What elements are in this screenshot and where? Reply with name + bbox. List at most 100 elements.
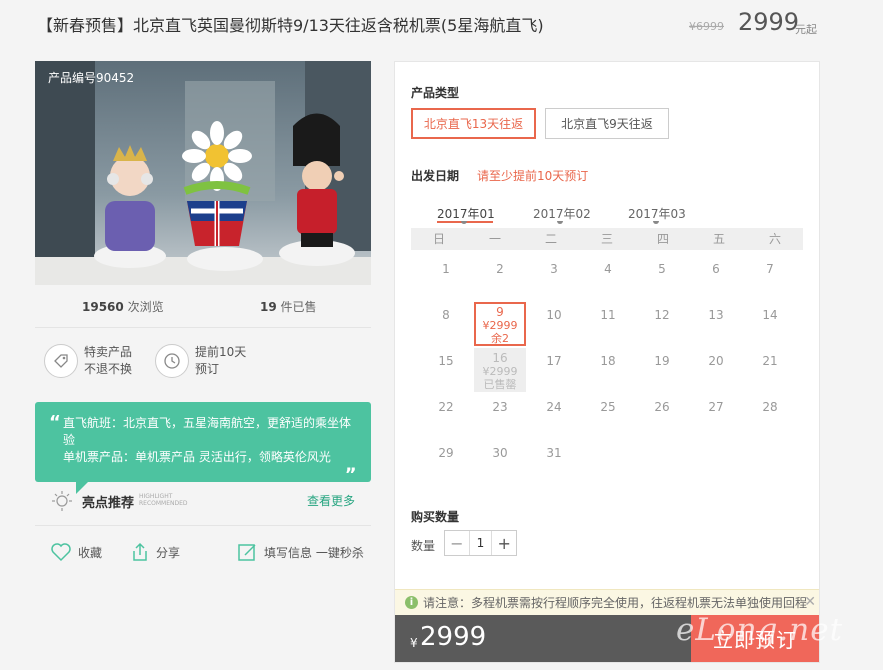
calendar-day[interactable]: 27 xyxy=(690,394,742,438)
calendar-day-number: 31 xyxy=(546,446,562,460)
calendar-day-number: 23 xyxy=(492,400,508,414)
calendar-day-number: 14 xyxy=(762,308,778,322)
calendar-weekdays: 日 一 二 三 四 五 六 xyxy=(411,228,803,250)
product-type-label: 产品类型 xyxy=(411,86,460,100)
calendar-day[interactable]: 10 xyxy=(528,302,580,346)
share-button[interactable]: 分享 xyxy=(130,542,180,562)
calendar-day-number: 24 xyxy=(546,400,562,414)
close-quote-icon: „ xyxy=(345,455,357,476)
calendar-day-selected[interactable]: 9 ¥2999 余2 xyxy=(474,302,526,346)
calendar-day[interactable]: 18 xyxy=(582,348,634,392)
quantity-minus-button[interactable]: − xyxy=(445,531,469,555)
calendar-day[interactable]: 28 xyxy=(744,394,796,438)
calendar-day[interactable]: 7 xyxy=(744,256,796,300)
calendar-day[interactable]: 8 xyxy=(420,302,472,346)
calendar-day[interactable]: 3 xyxy=(528,256,580,300)
advance-notice: 请至少提前10天预订 xyxy=(477,169,589,183)
calendar-day[interactable]: 22 xyxy=(420,394,472,438)
quote-line-1: 直飞航班：北京直飞，五星海南航空，更舒适的乘坐体验 xyxy=(63,416,352,447)
option-13-days[interactable]: 北京直飞13天往返 xyxy=(411,108,536,139)
calendar-day[interactable]: 31 xyxy=(528,440,580,484)
calendar-day-number: 26 xyxy=(654,400,670,414)
calendar-day-number: 10 xyxy=(546,308,562,322)
calendar-day[interactable]: 12 xyxy=(636,302,688,346)
close-icon[interactable]: ✕ xyxy=(804,594,816,610)
calendar-day[interactable]: 15 xyxy=(420,348,472,392)
calendar-day[interactable]: 5 xyxy=(636,256,688,300)
book-now-button[interactable]: 立即预订 xyxy=(691,615,819,662)
calendar-day[interactable]: 21 xyxy=(744,348,796,392)
tab-month-mar[interactable]: 2017年03 xyxy=(628,205,686,222)
calendar-day[interactable]: 13 xyxy=(690,302,742,346)
open-quote-icon: “ xyxy=(49,412,61,433)
calendar-day[interactable]: 14 xyxy=(744,302,796,346)
quantity-stepper[interactable]: − 1 + xyxy=(444,530,517,556)
action-bar: 收藏 分享 填写信息 一键秒杀 xyxy=(35,528,371,578)
calendar-day-number: 28 xyxy=(762,400,778,414)
month-marker xyxy=(461,221,467,224)
highlight-section: 亮点推荐 HIGHLIGHT RECOMMENDED 查看更多 xyxy=(35,484,371,526)
calendar-day-number: 2 xyxy=(496,262,504,276)
calendar-day-number: 18 xyxy=(600,354,616,368)
calendar-day[interactable]: 1 xyxy=(420,256,472,300)
calendar-day[interactable]: 26 xyxy=(636,394,688,438)
calendar-day-number: 7 xyxy=(766,262,774,276)
product-photo[interactable]: 产品编号90452 xyxy=(35,61,371,285)
calendar-day[interactable]: 11 xyxy=(582,302,634,346)
calendar-day-number: 4 xyxy=(604,262,612,276)
price-suffix: 元起 xyxy=(795,23,817,36)
month-marker xyxy=(557,221,563,224)
calendar-day-soldout[interactable]: 16 ¥2999 已售罄 xyxy=(474,348,526,392)
calendar-day-number: 15 xyxy=(438,354,454,368)
product-stats: 19560 次浏览 19 件已售 xyxy=(35,288,371,328)
title-bar: 【新春预售】北京直飞英国曼彻斯特9/13天往返含税机票(5星海航直飞) ¥699… xyxy=(0,0,883,50)
share-icon xyxy=(133,542,147,561)
highlight-sub2: RECOMMENDED xyxy=(139,500,188,507)
calendar-day-number: 20 xyxy=(708,354,724,368)
heart-icon xyxy=(51,543,71,562)
calendar-day-number: 1 xyxy=(442,262,450,276)
calendar-day-number: 11 xyxy=(600,308,616,322)
weekday: 一 xyxy=(488,232,501,246)
calendar-day[interactable]: 2 xyxy=(474,256,526,300)
calendar-day[interactable]: 17 xyxy=(528,348,580,392)
calendar-day[interactable]: 23 xyxy=(474,394,526,438)
feature-line1: 提前10天 xyxy=(195,345,247,359)
tab-month-jan[interactable]: 2017年01 xyxy=(437,205,495,222)
calendar-day-number: 27 xyxy=(708,400,724,414)
fill-info-label: 填写信息 一键秒杀 xyxy=(264,545,364,560)
calendar-day-number: 5 xyxy=(658,262,666,276)
month-marker xyxy=(653,221,659,224)
views-stat: 19560 次浏览 xyxy=(82,298,164,315)
calendar-day[interactable]: 4 xyxy=(582,256,634,300)
quantity-value[interactable]: 1 xyxy=(468,531,493,555)
calendar-day[interactable]: 25 xyxy=(582,394,634,438)
calendar-day-number: 30 xyxy=(492,446,508,460)
calendar-day[interactable]: 19 xyxy=(636,348,688,392)
calendar-day[interactable]: 6 xyxy=(690,256,742,300)
quantity-plus-button[interactable]: + xyxy=(492,531,516,555)
calendar-day[interactable]: 30 xyxy=(474,440,526,484)
calendar-day-number: 21 xyxy=(762,354,778,368)
product-title: 【新春预售】北京直飞英国曼彻斯特9/13天往返含税机票(5星海航直飞) xyxy=(37,16,544,35)
tab-month-feb[interactable]: 2017年02 xyxy=(533,205,591,222)
view-more-link[interactable]: 查看更多 xyxy=(307,492,355,509)
calendar-day[interactable]: 24 xyxy=(528,394,580,438)
booking-panel: 产品类型 北京直飞13天往返 北京直飞9天往返 出发日期 请至少提前10天预订 … xyxy=(394,61,820,663)
favorite-label: 收藏 xyxy=(78,545,103,560)
calendar-day[interactable]: 29 xyxy=(420,440,472,484)
calendar-day-info: ¥2999 xyxy=(482,365,518,378)
calendar-day-number: 12 xyxy=(654,308,670,322)
calendar-day[interactable]: 20 xyxy=(690,348,742,392)
calendar-day-info: 已售罄 xyxy=(483,378,517,391)
fill-info-button[interactable]: 填写信息 一键秒杀 xyxy=(237,542,364,562)
weekday: 六 xyxy=(768,232,781,246)
favorite-button[interactable]: 收藏 xyxy=(50,542,102,562)
option-9-days[interactable]: 北京直飞9天往返 xyxy=(545,108,669,139)
calendar-day-info: 余2 xyxy=(491,332,509,345)
feature-special-sale: 特卖产品 不退不换 xyxy=(44,344,132,378)
weekday: 三 xyxy=(600,232,613,246)
tag-icon xyxy=(44,344,78,378)
clock-icon xyxy=(155,344,189,378)
calendar-day-number: 6 xyxy=(712,262,720,276)
